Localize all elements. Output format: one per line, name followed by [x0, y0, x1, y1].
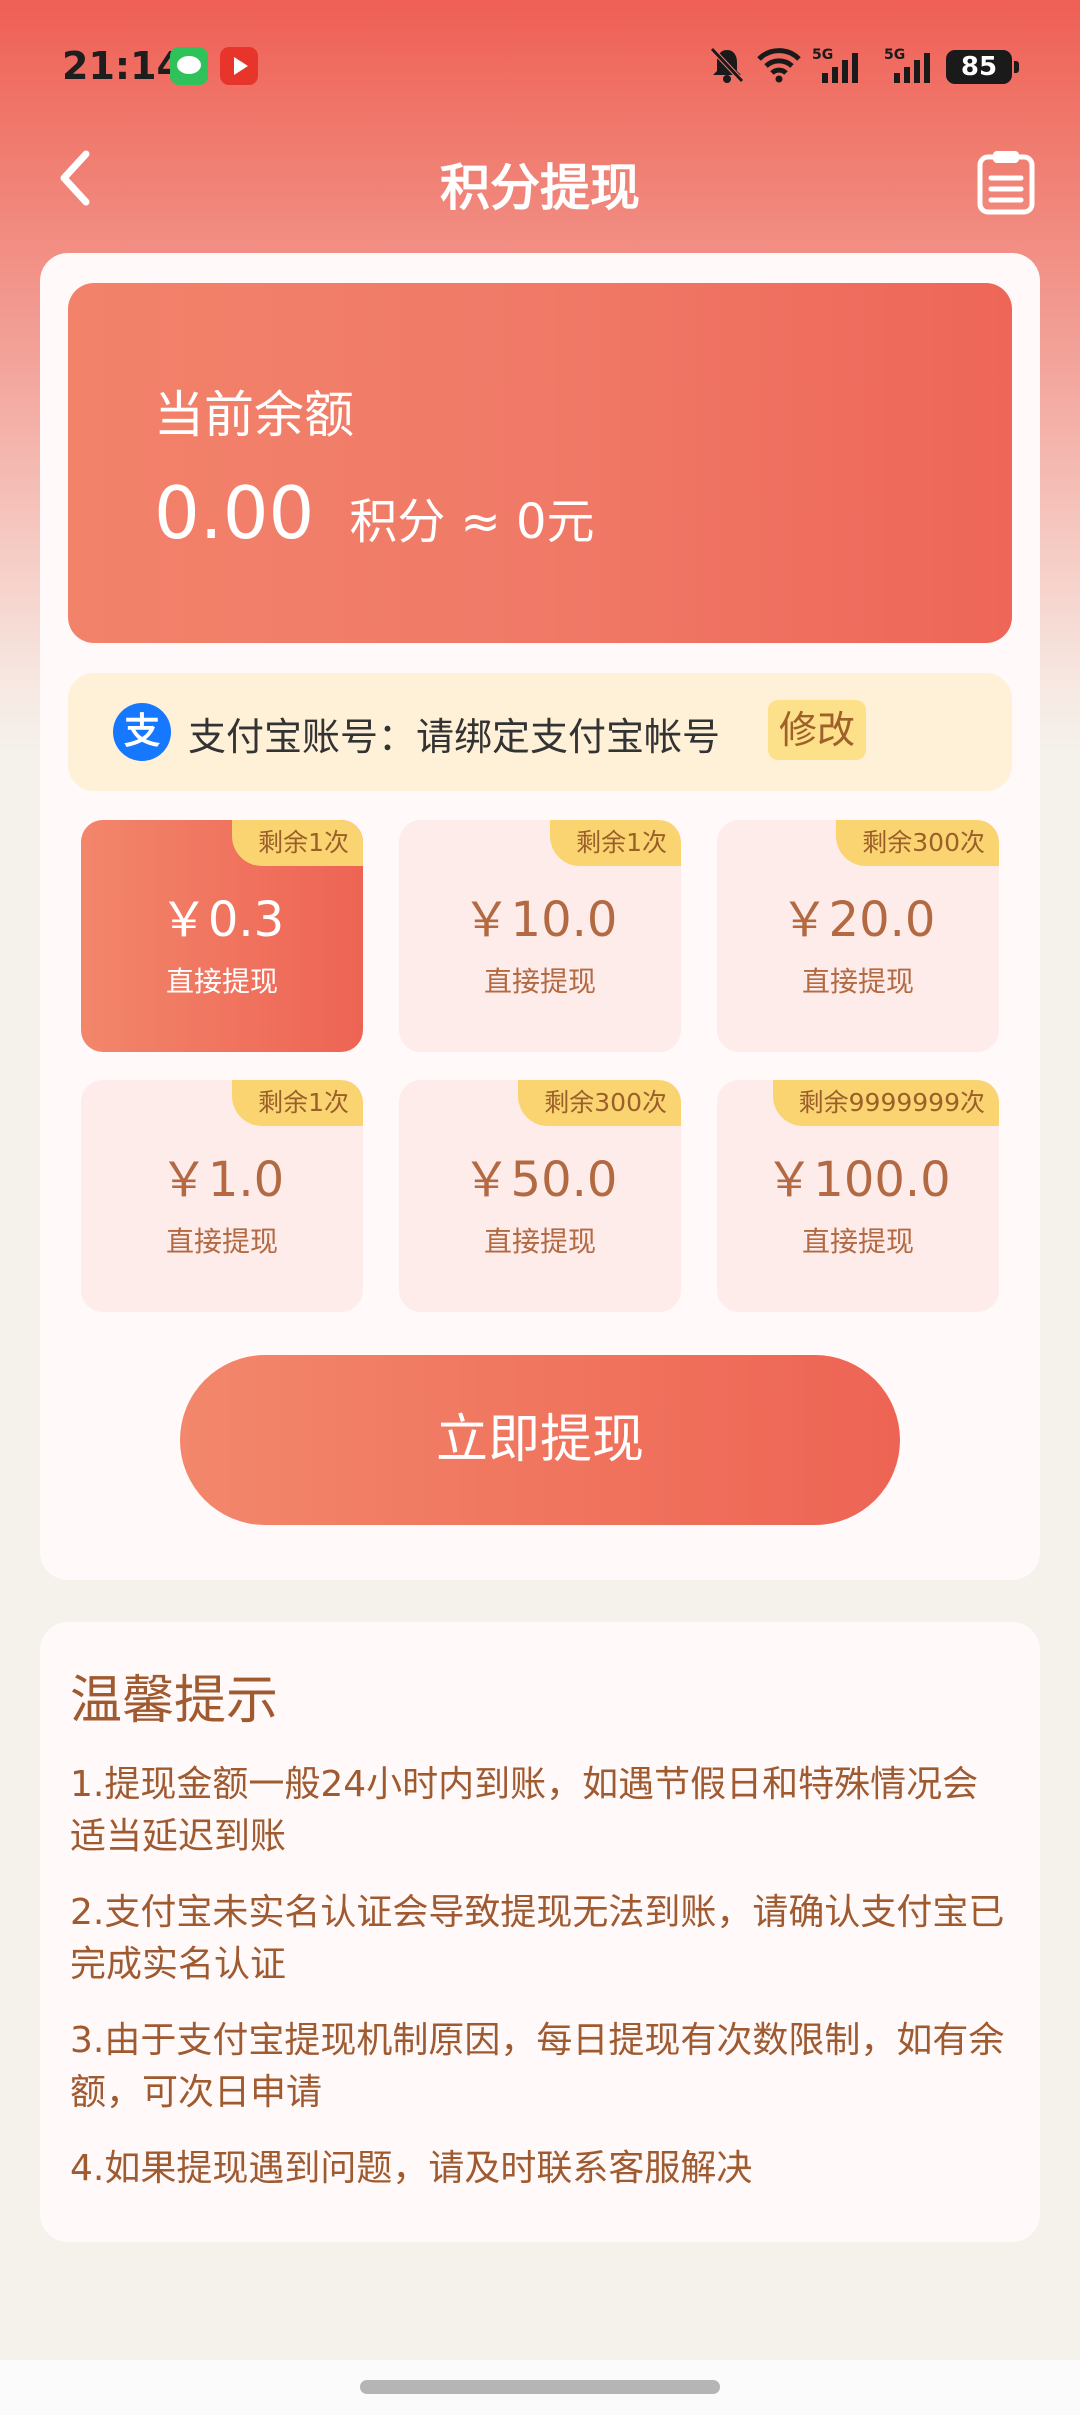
tip-item: 1.提现金额一般24小时内到账，如遇节假日和特殊情况会适当延迟到账: [70, 1764, 979, 1857]
option-amount: ￥20.0: [780, 892, 936, 948]
remaining-badge: 剩余300次: [836, 820, 999, 866]
withdraw-record-button[interactable]: [975, 148, 1037, 216]
remaining-badge: 剩余9999999次: [772, 1080, 999, 1126]
tips-card: 温馨提示 1.提现金额一般24小时内到账，如遇节假日和特殊情况会适当延迟到账 2…: [40, 1622, 1040, 2242]
option-subtitle: 直接提现: [165, 965, 278, 998]
option-amount: ￥10.0: [462, 892, 618, 948]
amount-option[interactable]: 剩余9999999次 ￥100.0 直接提现: [717, 1080, 999, 1312]
tip-item: 4.如果提现遇到问题，请及时联系客服解决: [70, 2148, 753, 2189]
remaining-badge: 剩余1次: [232, 1080, 363, 1126]
amount-option[interactable]: 剩余1次 ￥0.3 直接提现: [81, 820, 363, 1052]
balance-unit: 积分: [349, 494, 446, 550]
amount-option[interactable]: 剩余300次 ￥20.0 直接提现: [717, 820, 999, 1052]
amount-option[interactable]: 剩余1次 ￥1.0 直接提现: [81, 1080, 363, 1312]
tips-title: 温馨提示: [70, 1671, 279, 1731]
wechat-icon: [170, 47, 208, 85]
back-button[interactable]: [50, 140, 120, 220]
chevron-left-icon: [60, 150, 90, 206]
alipay-account-row: 支 支付宝账号：请绑定支付宝帐号 修改: [68, 673, 1012, 791]
bell-muted-icon: [710, 47, 744, 83]
balance-label: 当前余额: [154, 386, 354, 444]
remaining-badge: 剩余1次: [232, 820, 363, 866]
battery-indicator: 85: [946, 50, 1019, 84]
withdraw-card: 当前余额 0.00 积分 ≈ 0元 支 支付宝账号：请绑定支付宝帐号 修改 剩余…: [40, 253, 1040, 1580]
option-subtitle: 直接提现: [165, 1225, 278, 1258]
balance-approx: ≈ 0元: [460, 494, 595, 550]
remaining-badge: 剩余300次: [518, 1080, 681, 1126]
amount-option[interactable]: 剩余300次 ￥50.0 直接提现: [399, 1080, 681, 1312]
signal-5g-icon: 5G: [812, 47, 858, 83]
balance-panel: 当前余额 0.00 积分 ≈ 0元: [68, 283, 1012, 643]
remaining-badge: 剩余1次: [550, 820, 681, 866]
balance-value: 0.00: [154, 471, 315, 555]
status-time: 21:14: [62, 44, 183, 88]
option-amount: ￥50.0: [462, 1152, 618, 1208]
option-subtitle: 直接提现: [801, 1225, 914, 1258]
alipay-account-label: 支付宝账号：请绑定支付宝帐号: [188, 715, 721, 759]
svg-text:5G: 5G: [884, 47, 905, 63]
signal-5g-icon: 5G: [884, 47, 930, 83]
alipay-icon: 支: [113, 703, 171, 761]
wifi-icon: [757, 48, 801, 83]
option-subtitle: 直接提现: [801, 965, 914, 998]
home-indicator[interactable]: [360, 2380, 720, 2394]
svg-text:5G: 5G: [812, 47, 833, 63]
video-app-icon: [220, 47, 258, 85]
option-amount: ￥100.0: [765, 1152, 951, 1208]
option-subtitle: 直接提现: [483, 1225, 596, 1258]
edit-alipay-button[interactable]: 修改: [768, 700, 866, 760]
option-subtitle: 直接提现: [483, 965, 596, 998]
withdraw-now-button[interactable]: 立即提现: [180, 1355, 900, 1525]
clipboard-list-icon: [977, 151, 1035, 215]
balance-row: 0.00 积分 ≈ 0元: [154, 471, 595, 555]
tip-item: 3.由于支付宝提现机制原因，每日提现有次数限制，如有余额，可次日申请: [70, 2020, 1005, 2113]
option-amount: ￥1.0: [159, 1152, 285, 1208]
tip-item: 2.支付宝未实名认证会导致提现无法到账，请确认支付宝已完成实名认证: [70, 1892, 1005, 1985]
status-bar: 21:14 5G 5G 85: [0, 0, 1080, 135]
page-title: 积分提现: [440, 159, 640, 217]
option-amount: ￥0.3: [159, 892, 285, 948]
amount-option[interactable]: 剩余1次 ￥10.0 直接提现: [399, 820, 681, 1052]
